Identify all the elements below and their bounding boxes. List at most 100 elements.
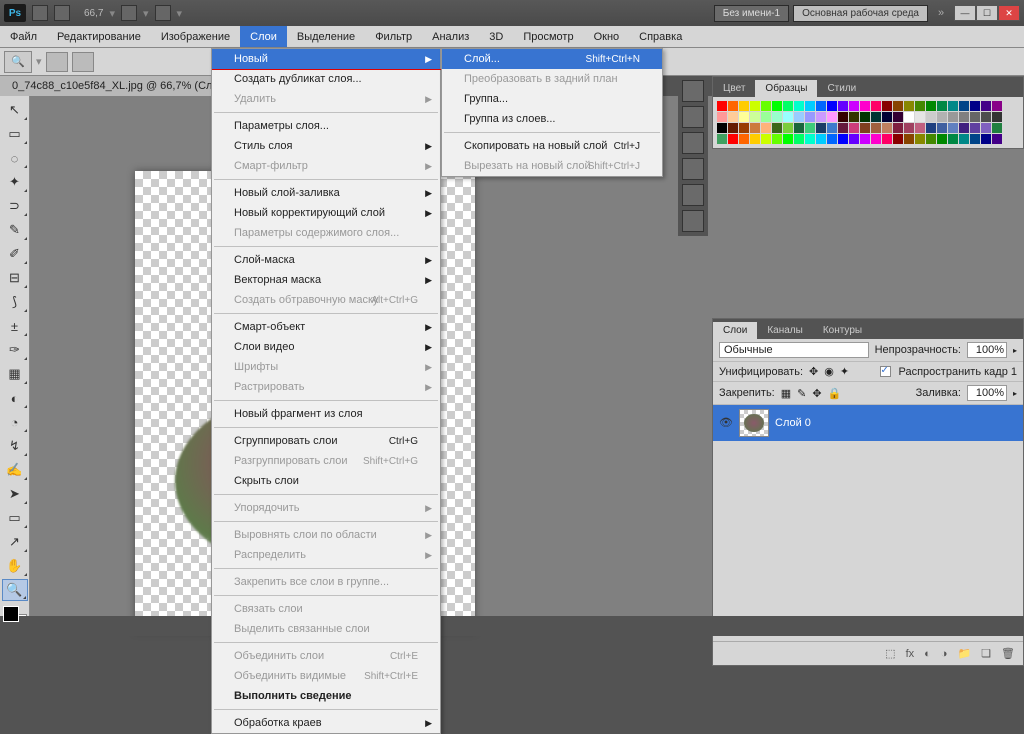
menu-item[interactable]: Слой-маска▶ [212,250,440,270]
tool-3[interactable]: ✦ [2,171,28,193]
collapsed-panel-icon[interactable] [682,210,704,232]
tab-layers[interactable]: Слои [713,322,757,339]
tool-6[interactable]: ✐ [2,243,28,265]
swatch[interactable] [816,123,826,133]
tool-12[interactable]: ◐ [2,387,28,409]
swatch[interactable] [838,112,848,122]
tool-2[interactable]: ◌ [2,147,28,169]
swatch[interactable] [739,123,749,133]
swatches-grid[interactable] [713,97,1023,148]
unify-pos-icon[interactable]: ✥ [809,365,818,378]
swatch[interactable] [838,101,848,111]
menu-item[interactable]: Новый фрагмент из слоя [212,404,440,424]
tool-9[interactable]: ± [2,315,28,337]
tool-4[interactable]: ⊃ [2,195,28,217]
swatch[interactable] [970,101,980,111]
swatch[interactable] [717,123,727,133]
swatch[interactable] [816,134,826,144]
swatch[interactable] [937,134,947,144]
swatch[interactable] [893,123,903,133]
tool-20[interactable]: 🔍 [2,579,28,601]
bridge-icon[interactable] [32,5,48,21]
menu-item[interactable]: Скрыть слои [212,471,440,491]
swatch[interactable] [805,101,815,111]
opacity-input[interactable]: 100% [967,342,1007,358]
workspace-button[interactable]: Основная рабочая среда [793,5,928,22]
minibridge-icon[interactable] [54,5,70,21]
tool-1[interactable]: ▭ [2,123,28,145]
swatch[interactable] [772,134,782,144]
blend-mode-select[interactable]: Обычные [719,342,869,358]
zoom-out-icon[interactable] [72,52,94,72]
tool-15[interactable]: ✍ [2,459,28,481]
tab-styles[interactable]: Стили [817,80,866,97]
menu-item[interactable]: Группа из слоев... [442,109,662,129]
menu-item[interactable]: Создать дубликат слоя... [212,69,440,89]
group-icon[interactable]: 📁 [957,647,971,660]
document-tab[interactable]: 0_74c88_c10e5f84_XL.jpg @ 66,7% (Сло [0,76,232,96]
collapsed-panel-icon[interactable] [682,184,704,206]
swatch[interactable] [794,101,804,111]
delete-layer-icon[interactable]: 🗑 [1001,647,1015,660]
propagate-checkbox[interactable] [880,366,891,377]
swatch[interactable] [926,134,936,144]
collapsed-panel-icon[interactable] [682,158,704,180]
tool-8[interactable]: ⟆ [2,291,28,313]
swatch[interactable] [860,101,870,111]
swatch[interactable] [926,123,936,133]
swatch[interactable] [959,101,969,111]
tool-14[interactable]: ↯ [2,435,28,457]
swatch[interactable] [827,112,837,122]
swatch[interactable] [904,123,914,133]
swatch[interactable] [904,101,914,111]
zoom-in-icon[interactable] [46,52,68,72]
close-button[interactable]: ✕ [998,5,1020,21]
swatch[interactable] [794,123,804,133]
swatch[interactable] [739,134,749,144]
swatch[interactable] [783,134,793,144]
swatch[interactable] [772,101,782,111]
unify-style-icon[interactable]: ✦ [840,365,849,378]
swatch[interactable] [761,112,771,122]
swatch[interactable] [959,134,969,144]
tool-7[interactable]: ⊟ [2,267,28,289]
swatch[interactable] [893,101,903,111]
swatch[interactable] [992,134,1002,144]
tool-16[interactable]: ➤ [2,483,28,505]
collapsed-panel-icon[interactable] [682,80,704,102]
expand-icon[interactable]: » [932,7,950,19]
swatch[interactable] [860,134,870,144]
swatch[interactable] [948,123,958,133]
swatch[interactable] [783,123,793,133]
swatch[interactable] [772,123,782,133]
swatch[interactable] [981,123,991,133]
menu-item[interactable]: Скопировать на новый слойCtrl+J [442,136,662,156]
maximize-button[interactable]: ☐ [976,5,998,21]
swatch[interactable] [970,112,980,122]
swatch[interactable] [805,112,815,122]
swatch[interactable] [849,101,859,111]
layer-name[interactable]: Слой 0 [775,417,811,429]
swatch[interactable] [970,134,980,144]
swatch[interactable] [882,101,892,111]
lock-pixels-icon[interactable]: ✎ [797,387,806,400]
menu-item[interactable]: Выполнить сведение [212,686,440,706]
swatch[interactable] [970,123,980,133]
menu-3d[interactable]: 3D [479,26,513,47]
swatch[interactable] [915,123,925,133]
collapsed-panel-icon[interactable] [682,106,704,128]
swatch[interactable] [849,134,859,144]
swatch[interactable] [959,123,969,133]
swatch[interactable] [860,112,870,122]
adjustment-layer-icon[interactable]: ◑ [941,648,948,660]
swatch[interactable] [948,112,958,122]
foreground-color[interactable] [3,606,19,622]
swatch[interactable] [750,134,760,144]
layer-mask-icon[interactable]: ◐ [924,648,931,660]
menu-просмотр[interactable]: Просмотр [513,26,583,47]
swatch[interactable] [893,112,903,122]
swatch[interactable] [882,134,892,144]
menu-выделение[interactable]: Выделение [287,26,365,47]
swatch[interactable] [871,112,881,122]
tab-paths[interactable]: Контуры [813,322,872,339]
